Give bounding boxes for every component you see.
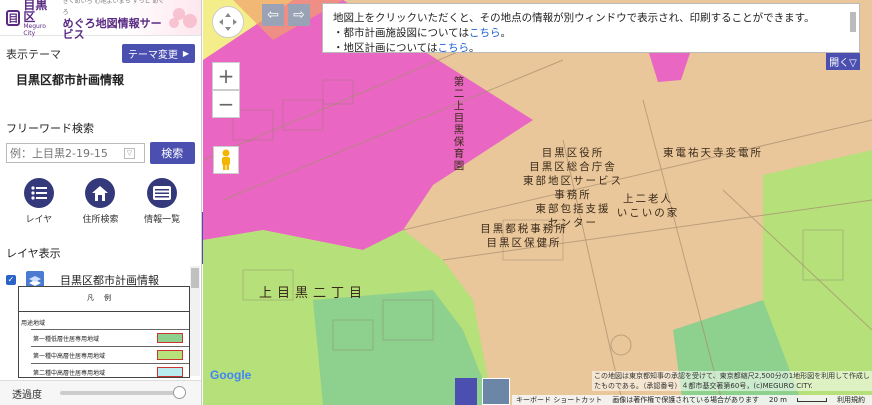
open-notice-button[interactable]: 開く▽ <box>826 53 860 70</box>
notice-scrollbar[interactable] <box>850 12 856 32</box>
search-box[interactable]: ▽ <box>6 143 145 163</box>
search-button[interactable]: 検索 <box>149 142 195 164</box>
tool-label: 情報一覧 <box>144 215 181 225</box>
header-logo[interactable]: 目 目黒区 Meguro City きくめいろ 心地よいまち ずっと めぐろ め… <box>0 0 201 40</box>
side-panel: 目 目黒区 Meguro City きくめいろ 心地よいまち ずっと めぐろ め… <box>0 0 202 405</box>
dropdown-icon[interactable]: ▽ <box>124 147 135 159</box>
cherry-blossom-icon <box>167 4 198 32</box>
info-notice: 地図上をクリックいただくと、その地点の情報が別ウィンドウで表示され、印刷すること… <box>322 3 860 53</box>
current-theme: 目黒区都市計画情報 <box>16 73 125 87</box>
opacity-slider[interactable] <box>60 386 186 399</box>
tool-layer[interactable]: レイヤ <box>9 178 69 225</box>
map-label-district: 上目黒二丁目 <box>258 286 367 301</box>
tool-label: レイヤ <box>25 215 53 225</box>
scale-label: 20 m <box>769 396 787 404</box>
keyboard-shortcuts-link[interactable]: キーボード ショートカット <box>516 395 602 405</box>
terms-link[interactable]: 利用規約 <box>837 395 865 405</box>
search-input[interactable] <box>10 146 124 160</box>
legend-title: 凡例 <box>87 294 121 302</box>
zoom-in-button[interactable]: + <box>212 62 240 90</box>
layer-header: レイヤ表示 <box>6 247 61 260</box>
google-logo: Google <box>210 368 252 382</box>
zoom-out-button[interactable]: − <box>212 90 240 118</box>
map-footer: キーボード ショートカット 画像は著作権で保護されている場合があります 20 m… <box>512 395 872 405</box>
map-label-substation: 東電祐天寺変電所 <box>663 147 763 159</box>
triangle-right-icon: ▶ <box>182 49 189 58</box>
tool-info-list[interactable]: 情報一覧 <box>132 178 192 225</box>
pan-control[interactable] <box>212 6 244 38</box>
map-label-elder-house: 上二老人 いこいの家 <box>616 193 680 219</box>
map-label-school: 第二上目黒保育園 <box>453 76 467 172</box>
map-canvas[interactable]: 第二上目黒保育園 目黒区役所 目黒区総合庁舎 東部地区サービス 事務所 東部包括… <box>203 0 872 405</box>
layer-item: ✓ 目黒区都市計画情報 <box>0 261 201 289</box>
facility-map-link[interactable]: こちら <box>469 27 501 39</box>
theme-label: 表示テーマ <box>6 47 61 61</box>
opacity-control: 透過度 <box>0 380 201 405</box>
legend-row: 第二種中高層住居専用地域 <box>31 363 189 377</box>
info-list-icon <box>147 178 178 208</box>
layer-checkbox[interactable]: ✓ <box>6 275 16 285</box>
tool-label: 住所検索 <box>82 215 119 225</box>
map-type-button[interactable] <box>455 378 477 405</box>
map-label-tax-office: 目黒都税事務所 目黒区保健所 <box>480 223 568 249</box>
theme-change-button[interactable]: テーマ変更 ▶ <box>121 44 195 63</box>
service-tagline: きくめいろ 心地よいまち ずっと めぐろ <box>62 0 165 16</box>
notice-line: 地図上をクリックいただくと、その地点の情報が別ウィンドウで表示され、印刷すること… <box>333 12 815 24</box>
satellite-thumbnail[interactable] <box>482 378 510 405</box>
slider-knob[interactable] <box>173 386 186 399</box>
map-copyright: この地図は東京都知事の承認を受けて、東京都縮尺2,500分の1地形図を利用して作… <box>592 371 872 391</box>
service-title: めぐろ地図情報サービス <box>62 16 162 41</box>
legend: 凡例 用途地域 第一種低層住居専用地域 第一種中高層住居専用地域 第二種中高層住… <box>18 286 190 378</box>
logo-name: 目黒区 <box>23 0 48 24</box>
tool-icons: レイヤ 住所検索 情報一覧 <box>0 164 201 225</box>
imagery-notice: 画像は著作権で保護されている場合があります <box>612 396 760 404</box>
opacity-label: 透過度 <box>12 389 42 401</box>
meguro-logo-icon: 目 <box>6 9 21 26</box>
legend-swatch <box>157 367 183 377</box>
next-view-button[interactable]: ⇨ <box>288 4 310 26</box>
legend-row: 第一種低層住居専用地域 <box>31 329 189 346</box>
legend-row: 第一種中高層住居専用地域 <box>31 346 189 363</box>
street-view-pegman-icon[interactable] <box>213 146 239 174</box>
legend-category: 用途地域 <box>19 311 189 329</box>
house-icon <box>85 178 116 208</box>
prev-view-button[interactable]: ⇦ <box>262 4 284 26</box>
search-label: フリーワード検索 <box>6 122 94 135</box>
legend-scrollbar[interactable] <box>190 266 200 376</box>
tool-address-search[interactable]: 住所検索 <box>70 178 130 225</box>
scale-bar <box>796 398 827 402</box>
district-plan-link[interactable]: こちら <box>437 42 469 52</box>
layer-list-icon <box>23 178 54 208</box>
legend-swatch <box>157 333 183 343</box>
logo-sub: Meguro City <box>23 22 46 37</box>
legend-swatch <box>157 350 183 360</box>
